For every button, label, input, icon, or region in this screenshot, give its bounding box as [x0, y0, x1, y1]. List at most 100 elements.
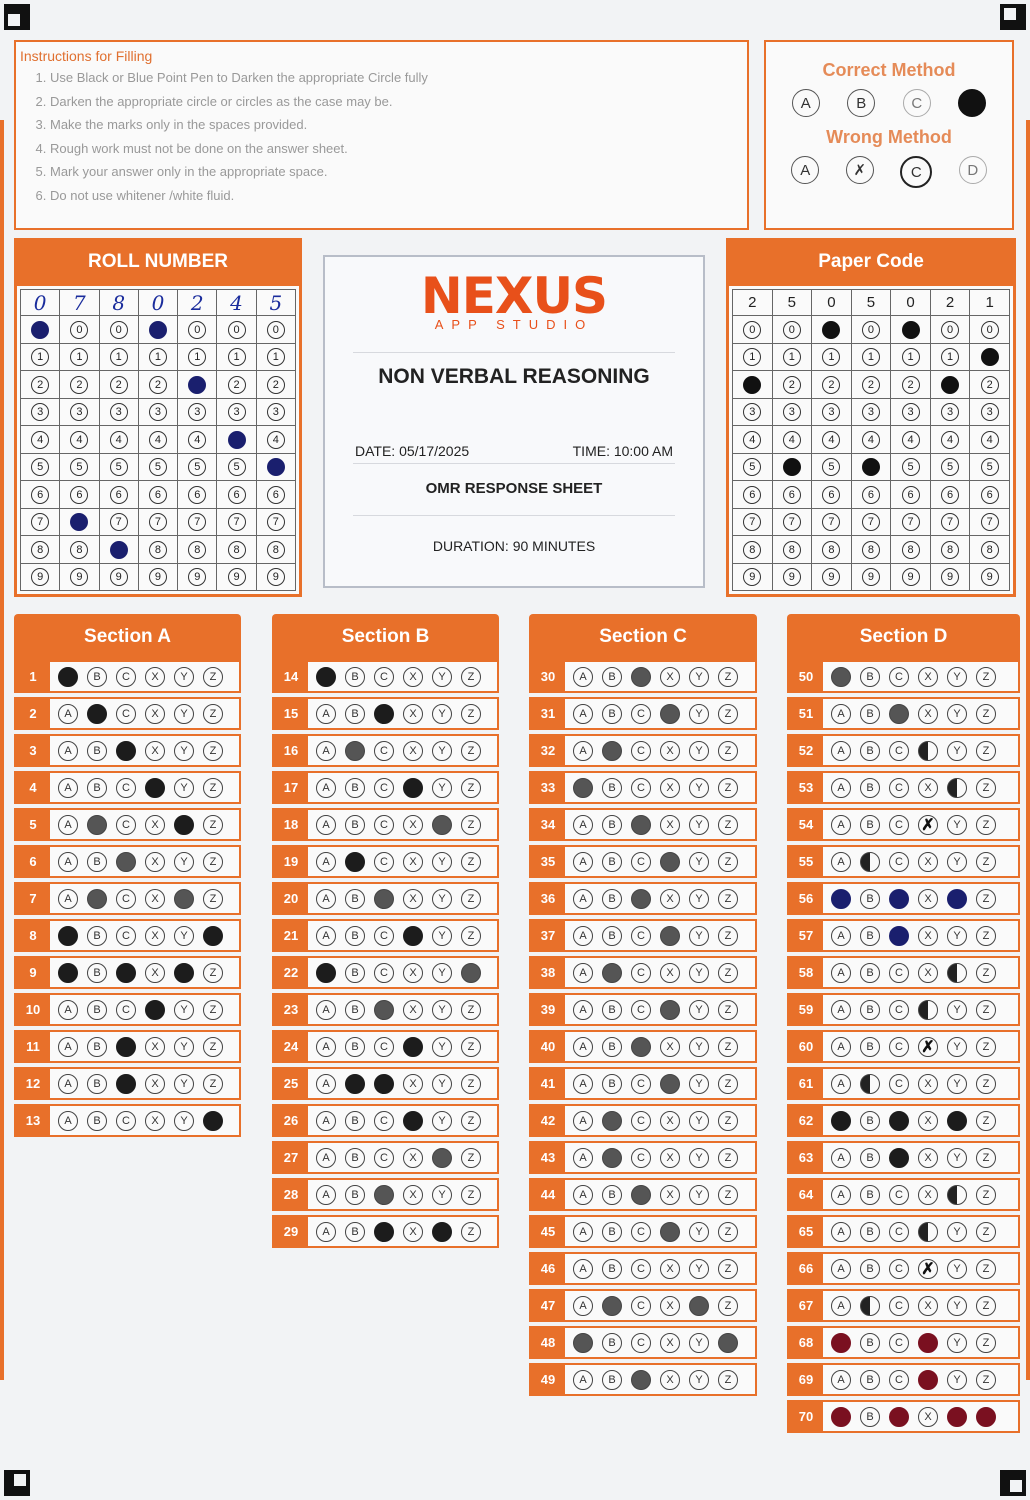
- option-bubble-c[interactable]: C: [374, 703, 394, 724]
- option-bubble-x[interactable]: X: [660, 1073, 680, 1094]
- paper-bubble-5[interactable]: 5: [861, 458, 880, 477]
- option-bubble-c[interactable]: C: [374, 962, 394, 983]
- option-bubble-y[interactable]: Y: [689, 1369, 709, 1390]
- option-bubble-a[interactable]: A: [316, 925, 336, 946]
- option-bubble-c[interactable]: C: [631, 999, 651, 1020]
- roll-bubble-6[interactable]: 6: [266, 485, 285, 504]
- roll-bubble-9[interactable]: 9: [266, 568, 285, 587]
- paper-bubble-9[interactable]: 9: [980, 568, 999, 587]
- option-bubble-c[interactable]: C: [889, 925, 909, 946]
- option-bubble-y[interactable]: Y: [432, 925, 452, 946]
- option-bubble-z[interactable]: Z: [976, 814, 996, 835]
- roll-bubble-9[interactable]: 9: [188, 568, 207, 587]
- option-bubble-c[interactable]: C: [889, 1258, 909, 1279]
- option-bubble-b[interactable]: B: [87, 925, 107, 946]
- option-bubble-x[interactable]: X: [145, 888, 165, 909]
- option-bubble-z[interactable]: Z: [976, 962, 996, 983]
- paper-bubble-4[interactable]: 4: [901, 430, 920, 449]
- paper-bubble-5[interactable]: 5: [980, 458, 999, 477]
- option-bubble-b[interactable]: B: [602, 1258, 622, 1279]
- roll-bubble-1[interactable]: 1: [188, 348, 207, 367]
- option-bubble-z[interactable]: Z: [718, 1147, 738, 1168]
- option-bubble-y[interactable]: Y: [689, 740, 709, 761]
- option-bubble-y[interactable]: Y: [432, 1147, 452, 1168]
- option-bubble-y[interactable]: Y: [689, 1036, 709, 1057]
- option-bubble-y[interactable]: Y: [689, 888, 709, 909]
- roll-bubble-3[interactable]: 3: [227, 403, 246, 422]
- option-bubble-x[interactable]: X: [918, 1110, 938, 1131]
- option-bubble-z[interactable]: Z: [461, 1073, 481, 1094]
- option-bubble-a[interactable]: A: [831, 777, 851, 798]
- paper-bubble-7[interactable]: 7: [980, 513, 999, 532]
- option-bubble-z[interactable]: Z: [718, 1036, 738, 1057]
- option-bubble-y[interactable]: Y: [432, 1184, 452, 1205]
- option-bubble-b[interactable]: B: [87, 1036, 107, 1057]
- option-bubble-a[interactable]: A: [316, 814, 336, 835]
- option-bubble-z[interactable]: Z: [718, 666, 738, 687]
- paper-bubble-2[interactable]: 2: [782, 375, 801, 394]
- option-bubble-y[interactable]: Y: [947, 851, 967, 872]
- option-bubble-c[interactable]: C: [889, 1369, 909, 1390]
- option-bubble-c[interactable]: C: [889, 1184, 909, 1205]
- option-bubble-a[interactable]: A: [316, 999, 336, 1020]
- option-bubble-a[interactable]: A: [316, 1221, 336, 1242]
- paper-bubble-5[interactable]: 5: [822, 458, 841, 477]
- option-bubble-y[interactable]: Y: [947, 1036, 967, 1057]
- option-bubble-a[interactable]: A: [831, 703, 851, 724]
- option-bubble-b[interactable]: B: [345, 1110, 365, 1131]
- paper-bubble-2[interactable]: 2: [743, 375, 762, 394]
- option-bubble-z[interactable]: Z: [461, 1221, 481, 1242]
- roll-bubble-4[interactable]: 4: [227, 430, 246, 449]
- paper-bubble-3[interactable]: 3: [822, 403, 841, 422]
- option-bubble-x[interactable]: X: [403, 703, 423, 724]
- option-bubble-x[interactable]: X: [660, 1184, 680, 1205]
- option-bubble-c[interactable]: C: [889, 1295, 909, 1316]
- option-bubble-a[interactable]: A: [831, 740, 851, 761]
- option-bubble-y[interactable]: Y: [689, 925, 709, 946]
- option-bubble-y[interactable]: Y: [174, 666, 194, 687]
- option-bubble-y[interactable]: Y: [947, 1258, 967, 1279]
- roll-bubble-1[interactable]: 1: [266, 348, 285, 367]
- option-bubble-b[interactable]: B: [87, 999, 107, 1020]
- option-bubble-x[interactable]: X: [918, 851, 938, 872]
- roll-bubble-6[interactable]: 6: [109, 485, 128, 504]
- option-bubble-z[interactable]: Z: [718, 814, 738, 835]
- option-bubble-a[interactable]: A: [831, 1332, 851, 1353]
- option-bubble-y[interactable]: Y: [689, 1221, 709, 1242]
- option-bubble-b[interactable]: B: [860, 1332, 880, 1353]
- option-bubble-x[interactable]: X: [660, 1369, 680, 1390]
- roll-bubble-7[interactable]: 7: [70, 513, 89, 532]
- option-bubble-x[interactable]: ✗: [918, 814, 938, 835]
- option-bubble-x[interactable]: X: [403, 777, 423, 798]
- option-bubble-b[interactable]: B: [860, 1295, 880, 1316]
- option-bubble-b[interactable]: B: [602, 1295, 622, 1316]
- option-bubble-c[interactable]: C: [631, 740, 651, 761]
- option-bubble-a[interactable]: A: [831, 1073, 851, 1094]
- option-bubble-b[interactable]: B: [87, 962, 107, 983]
- option-bubble-a[interactable]: A: [58, 777, 78, 798]
- option-bubble-z[interactable]: Z: [203, 1036, 223, 1057]
- option-bubble-z[interactable]: Z: [718, 888, 738, 909]
- option-bubble-b[interactable]: B: [345, 999, 365, 1020]
- roll-bubble-5[interactable]: 5: [266, 458, 285, 477]
- paper-bubble-9[interactable]: 9: [941, 568, 960, 587]
- option-bubble-y[interactable]: Y: [947, 1369, 967, 1390]
- option-bubble-x[interactable]: X: [403, 740, 423, 761]
- paper-bubble-4[interactable]: 4: [861, 430, 880, 449]
- option-bubble-a[interactable]: A: [573, 1073, 593, 1094]
- option-bubble-c[interactable]: C: [116, 1110, 136, 1131]
- option-bubble-a[interactable]: A: [573, 888, 593, 909]
- option-bubble-b[interactable]: B: [860, 851, 880, 872]
- option-bubble-y[interactable]: Y: [947, 925, 967, 946]
- option-bubble-x[interactable]: X: [918, 962, 938, 983]
- option-bubble-y[interactable]: Y: [947, 814, 967, 835]
- option-bubble-y[interactable]: Y: [174, 851, 194, 872]
- option-bubble-b[interactable]: B: [87, 740, 107, 761]
- paper-bubble-4[interactable]: 4: [822, 430, 841, 449]
- paper-bubble-8[interactable]: 8: [782, 540, 801, 559]
- option-bubble-b[interactable]: B: [87, 666, 107, 687]
- option-bubble-x[interactable]: X: [918, 1332, 938, 1353]
- roll-bubble-1[interactable]: 1: [109, 348, 128, 367]
- option-bubble-x[interactable]: X: [145, 925, 165, 946]
- paper-bubble-0[interactable]: 0: [901, 320, 920, 339]
